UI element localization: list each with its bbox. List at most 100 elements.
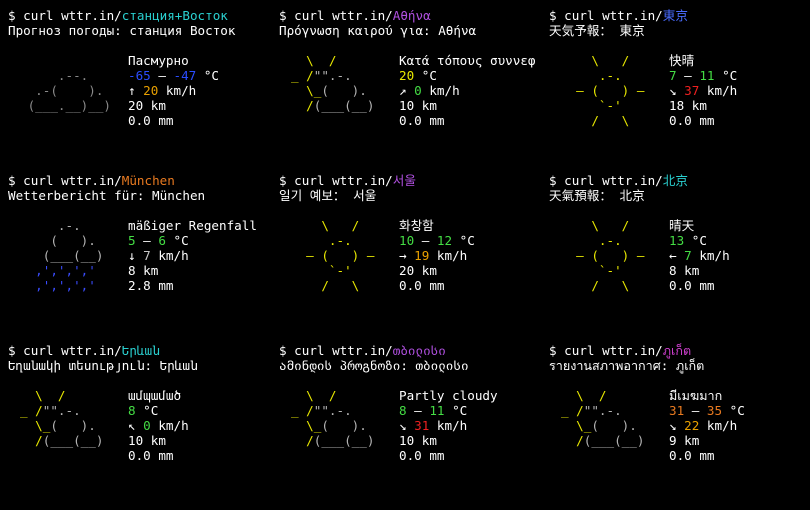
weather-ascii-art: \ / _ /"".-. \_( ). /(___(__) — [20, 388, 130, 448]
art-line: \ / — [291, 53, 390, 68]
art-line: \_( ). — [291, 418, 401, 433]
sun-part: / — [561, 433, 584, 448]
command-line: $ curl wttr.in/東京 — [549, 8, 810, 23]
sun-part: _ / — [20, 403, 43, 418]
art-line: \_( ). — [20, 418, 130, 433]
precipitation: 0.0 mm — [128, 448, 174, 463]
wind-speed: 19 — [414, 248, 430, 263]
temperature: 31 – 35 °C — [669, 403, 810, 418]
wind: ↖ 0 km/h — [128, 418, 273, 433]
temperature: 8 °C — [128, 403, 273, 418]
weather-panel: $ curl wttr.in/Αθήνα Πρόγνωση καιρού για:… — [279, 8, 544, 168]
precipitation: 0.0 mm — [399, 113, 445, 128]
precipitation: 0.0 mm — [669, 113, 715, 128]
temp-low: 20 — [399, 68, 415, 83]
report-label: รายงานสภาพอากาศ: ภูเก็ต — [549, 358, 705, 373]
temp-sep: – — [406, 403, 430, 418]
report-label: Πρόγνωση καιρού για: Αθήνα — [279, 23, 477, 38]
art-line: .-. — [291, 233, 390, 248]
precipitation: 0.0 mm — [399, 448, 445, 463]
weather-info: มีเมฆมาก 31 – 35 °C ↘ 22 km/h 9 km 0.0 mm — [669, 388, 810, 463]
cloud-part: ( ). — [321, 418, 390, 433]
wind: ← 7 km/h — [669, 248, 810, 263]
command-line: $ curl wttr.in/서울 — [279, 173, 544, 188]
command-line: $ curl wttr.in/Երևան — [8, 343, 273, 358]
command-prefix: $ curl wttr.in/ — [8, 343, 122, 358]
report-label: 일기 예보： 서울 — [279, 188, 377, 203]
temp-low: 8 — [128, 403, 136, 418]
command-city: Երևան — [121, 343, 160, 358]
cloud-part: "".-. — [313, 68, 390, 83]
wind: ↘ 22 km/h — [669, 418, 810, 433]
command-prefix: $ curl wttr.in/ — [8, 173, 122, 188]
temperature: 20 °C — [399, 68, 544, 83]
temp-sep: – — [676, 68, 700, 83]
condition-text: มีเมฆมาก — [669, 388, 723, 403]
cloud-part: (___(__) — [583, 433, 660, 448]
weather-panel: $ curl wttr.in/北京 天氣預報： 北京 \ / .-. ― ( ) … — [549, 173, 810, 333]
art-line: / \ — [291, 278, 390, 293]
wind-unit: km/h — [421, 83, 460, 98]
weather-info: Κατά τόπους συννεφ 20 °C ↗ 0 km/h 10 km 0.0 … — [399, 53, 544, 128]
temp-sep: – — [414, 233, 437, 248]
art-line: /(___(__) — [291, 433, 401, 448]
weather-ascii-art: .-. ( ). (___(__) ‚'‚'‚'‚' ‚'‚'‚'‚' — [20, 218, 130, 293]
weather-ascii-art: \ / _ /"".-. \_( ). /(___(__) — [291, 388, 401, 448]
wind-speed: 37 — [684, 83, 700, 98]
precipitation: 0.0 mm — [128, 113, 174, 128]
wind-speed: 22 — [684, 418, 700, 433]
condition-text: ամպամած — [128, 388, 182, 403]
art-line: \ / — [291, 218, 390, 233]
weather-ascii-art: \ / .-. ― ( ) ― `-' / \ — [561, 53, 671, 128]
art-line: / \ — [561, 113, 660, 128]
weather-panel: $ curl wttr.in/서울 일기 예보： 서울 \ / .-. ― ( )… — [279, 173, 544, 333]
art-line: .-. — [20, 218, 119, 233]
weather-info: Partly cloudy 8 – 11 °C ↘ 31 km/h 10 km 0.0 … — [399, 388, 544, 463]
wind: ↘ 31 km/h — [399, 418, 544, 433]
art-line: \ / — [561, 388, 660, 403]
command-line: $ curl wttr.in/станция+Восток — [8, 8, 273, 23]
weather-info: 화창함 10 – 12 °C → 19 km/h 20 km 0.0 mm — [399, 218, 544, 293]
weather-info: ամպամած 8 °C ↖ 0 km/h 10 km 0.0 mm — [128, 388, 273, 463]
wind: ↑ 20 km/h — [128, 83, 273, 98]
wind-unit: km/h — [691, 248, 730, 263]
wind-speed: 0 — [143, 418, 151, 433]
art-line: /(___(__) — [20, 433, 130, 448]
wind: ↓ 7 km/h — [128, 248, 273, 263]
wind-speed: 0 — [414, 83, 422, 98]
temp-unit: °C — [444, 403, 468, 418]
art-line: ― ( ) ― — [291, 248, 390, 263]
visibility: 8 km — [669, 263, 700, 278]
art-line: ― ( ) ― — [561, 248, 660, 263]
wind-arrow: ↘ — [669, 83, 685, 98]
weather-ascii-art: \ / _ /"".-. \_( ). /(___(__) — [561, 388, 671, 448]
art-line: ‚'‚'‚'‚' — [20, 278, 119, 293]
report-label: Прогноз погоды: станция Восток — [8, 23, 236, 38]
report-label: 天氣預報： 北京 — [549, 188, 645, 203]
sun-part: / — [291, 98, 314, 113]
command-city: München — [121, 173, 175, 188]
visibility: 20 km — [399, 263, 437, 278]
weather-panel: $ curl wttr.in/თბილისი ამინდის პროგნოზი: … — [279, 343, 544, 503]
command-prefix: $ curl wttr.in/ — [279, 173, 393, 188]
art-line: .--. — [20, 68, 119, 83]
condition-text: 晴天 — [669, 218, 695, 233]
weather-ascii-art: \ / .-. ― ( ) ― `-' / \ — [291, 218, 401, 293]
sun-part: \_ — [291, 83, 322, 98]
art-line: \ / — [561, 218, 660, 233]
weather-panel: $ curl wttr.in/ภูเก็ต รายงานสภาพอากาศ: ภู… — [549, 343, 810, 503]
temp-high: 11 — [699, 68, 715, 83]
art-line: (___(__) — [20, 248, 119, 263]
wind-unit: km/h — [699, 418, 738, 433]
condition-text: Partly cloudy — [399, 388, 498, 403]
terminal-window: $ curl wttr.in/станция+Восток Прогноз пог… — [0, 0, 810, 510]
weather-info: 晴天 13 °C ← 7 km/h 8 km 0.0 mm — [669, 218, 810, 293]
command-city: 東京 — [662, 8, 688, 23]
temperature: 5 – 6 °C — [128, 233, 273, 248]
temp-unit: °C — [684, 233, 707, 248]
weather-panel: $ curl wttr.in/Երևան Եղանակի տեսություն: … — [8, 343, 273, 503]
visibility: 10 km — [128, 433, 166, 448]
command-prefix: $ curl wttr.in/ — [549, 8, 663, 23]
temp-low: -65 — [128, 68, 151, 83]
command-line: $ curl wttr.in/München — [8, 173, 273, 188]
